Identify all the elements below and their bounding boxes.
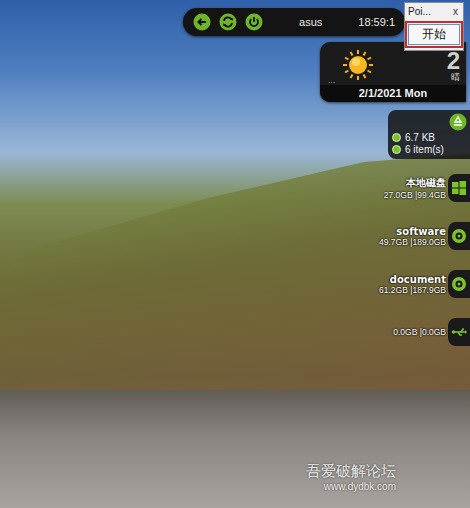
popup-window: Poi... x 开始 <box>404 2 464 51</box>
usb-icon <box>451 324 467 340</box>
drive-usage: 0.0GB |0.0GB <box>393 327 446 337</box>
drive-button[interactable] <box>448 174 470 202</box>
recycle-bin-widget: 6.7 KB6 item(s) <box>388 110 470 159</box>
drive-row[interactable]: document61.2GB |187.9GB <box>372 260 470 308</box>
disk-icon <box>451 276 467 292</box>
disk-icon <box>451 228 467 244</box>
drive-row[interactable]: software49.7GB |189.0GB <box>372 212 470 260</box>
drive-row[interactable]: 0.0GB |0.0GB <box>372 308 470 356</box>
weather-widget: ... 2晴 2/1/2021 Mon <box>320 42 466 102</box>
watermark-title: 吾爱破解论坛 <box>306 462 396 481</box>
back-icon[interactable] <box>193 13 211 31</box>
start-button[interactable]: 开始 <box>408 24 460 45</box>
drive-button[interactable] <box>448 222 470 250</box>
drive-button[interactable] <box>448 318 470 346</box>
user-name: asus <box>271 16 350 28</box>
watermark-url: www.dydbk.com <box>324 481 396 492</box>
temperature: 2 <box>447 49 460 73</box>
power-icon[interactable] <box>245 13 263 31</box>
drive-row[interactable]: 本地磁盘27.0GB |99.4GB <box>372 164 470 212</box>
top-bar: asus 18:59:1 <box>183 8 405 36</box>
sun-icon <box>342 49 374 81</box>
watermark: 吾爱破解论坛www.dydbk.com <box>306 462 396 492</box>
window-title: Poi... <box>408 6 431 17</box>
recycle-size: 6.7 KB <box>392 132 467 143</box>
drive-button[interactable] <box>448 270 470 298</box>
drive-usage: 49.7GB |189.0GB <box>379 237 446 247</box>
more-label[interactable]: ... <box>328 75 336 85</box>
recycle-items: 6 item(s) <box>392 144 467 155</box>
drive-usage: 61.2GB |187.9GB <box>379 285 446 295</box>
drive-usage: 27.0GB |99.4GB <box>384 190 446 200</box>
status-dot <box>392 145 401 154</box>
drive-name: software <box>396 226 446 237</box>
refresh-icon[interactable] <box>219 13 237 31</box>
weather-condition: 晴 <box>451 73 460 82</box>
drive-name: 本地磁盘 <box>406 176 446 190</box>
drive-list: 本地磁盘27.0GB |99.4GBsoftware49.7GB |189.0G… <box>372 164 470 356</box>
recycle-icon[interactable] <box>449 113 467 131</box>
wallpaper-hill <box>0 150 470 390</box>
status-dot <box>392 133 401 142</box>
date-label: 2/1/2021 Mon <box>320 85 466 102</box>
drive-name: document <box>390 274 446 285</box>
focus-ring: 开始 <box>405 21 463 48</box>
title-bar[interactable]: Poi... x <box>405 3 463 21</box>
clock: 18:59:1 <box>358 16 395 28</box>
close-button[interactable]: x <box>451 6 460 17</box>
windows-icon <box>451 180 467 196</box>
desktop: asus 18:59:1... 2晴 2/1/2021 Mon Poi... x 开始 6.7… <box>0 0 470 508</box>
